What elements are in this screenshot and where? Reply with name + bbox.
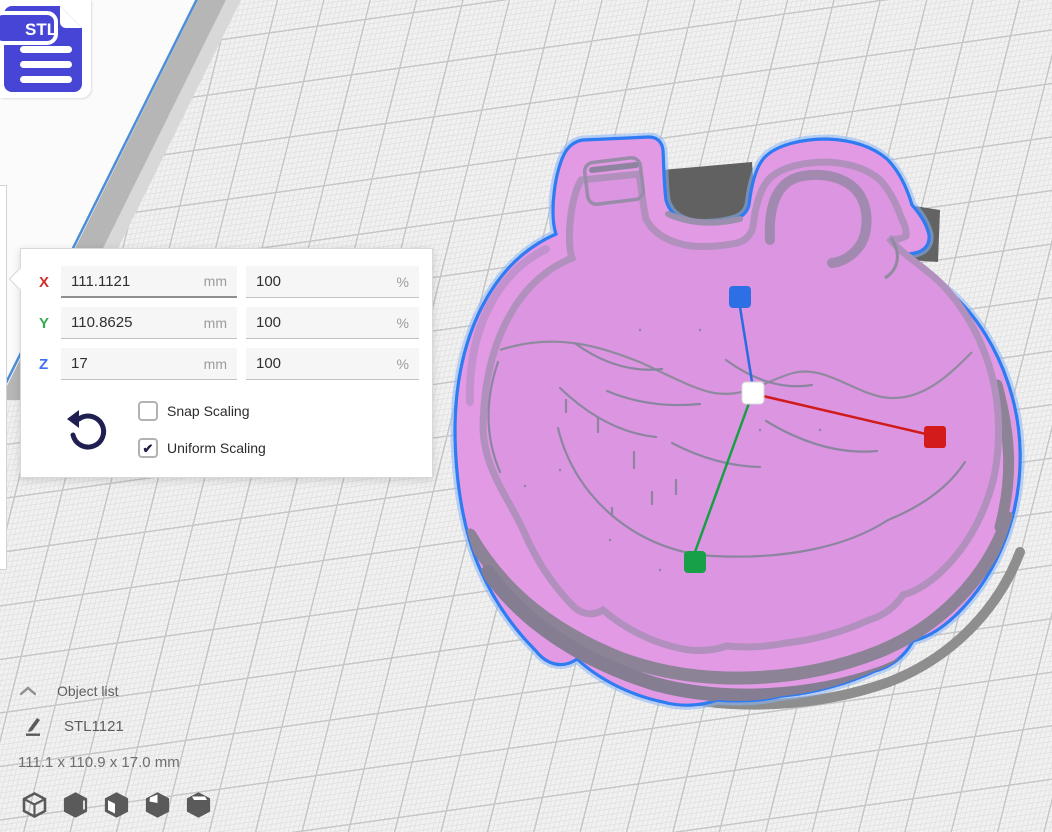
view-top-button[interactable]	[104, 792, 129, 818]
object-list-title: Object list	[57, 683, 118, 699]
scale-handle-z[interactable]	[729, 286, 751, 308]
view-preset-toolbar	[22, 792, 211, 818]
y-percent-unit: %	[397, 315, 409, 331]
scale-row-y: Y mm %	[39, 307, 419, 339]
stl-document-icon: STL	[0, 0, 91, 98]
selection-dimensions: 111.1 x 110.9 x 17.0 mm	[18, 754, 180, 771]
cube-left-icon	[145, 792, 170, 818]
uniform-scaling-label: Uniform Scaling	[167, 440, 266, 456]
z-axis-label: Z	[39, 356, 61, 373]
cube-top-icon	[104, 792, 129, 818]
x-size-unit: mm	[204, 273, 227, 289]
object-list-header[interactable]: Object list	[20, 683, 118, 699]
z-size-input[interactable]	[71, 355, 204, 372]
cube-right-icon	[186, 792, 211, 818]
scale-row-z: Z mm %	[39, 348, 419, 380]
x-percent-input[interactable]	[256, 273, 397, 290]
y-size-unit: mm	[204, 315, 227, 331]
stl-badge-label: STL	[25, 20, 57, 39]
chevron-up-icon	[20, 686, 36, 696]
snap-scaling-row: Snap Scaling	[138, 401, 250, 421]
uniform-scaling-checkbox[interactable]: ✔	[138, 438, 158, 458]
uniform-scaling-row: ✔ Uniform Scaling	[138, 438, 266, 458]
view-right-button[interactable]	[186, 792, 211, 818]
z-size-unit: mm	[204, 356, 227, 372]
y-percent-input[interactable]	[256, 314, 397, 331]
snap-scaling-checkbox[interactable]	[138, 401, 158, 421]
view-front-button[interactable]	[63, 792, 88, 818]
x-size-input[interactable]	[71, 273, 204, 290]
reset-scale-button[interactable]	[65, 409, 109, 455]
cube-3d-icon	[22, 792, 47, 818]
scale-row-x: X mm %	[39, 266, 419, 298]
x-axis-label: X	[39, 274, 61, 291]
scale-handle-center[interactable]	[742, 382, 764, 404]
cube-front-icon	[63, 792, 88, 818]
object-name: STL1121	[64, 718, 124, 735]
y-percent-field: %	[246, 307, 419, 339]
view-3d-button[interactable]	[22, 792, 47, 818]
snap-scaling-label: Snap Scaling	[167, 403, 250, 419]
scale-tool-panel: X mm % Y mm %	[20, 248, 433, 478]
view-left-button[interactable]	[145, 792, 170, 818]
z-size-field: mm	[61, 348, 237, 380]
y-size-field: mm	[61, 307, 237, 339]
object-list-item[interactable]: STL1121	[24, 716, 124, 736]
tool-sidebar-edge	[0, 185, 7, 570]
x-percent-field: %	[246, 266, 419, 298]
scale-handle-x[interactable]	[924, 426, 946, 448]
x-size-field: mm	[61, 266, 237, 298]
y-size-input[interactable]	[71, 314, 204, 331]
z-percent-field: %	[246, 348, 419, 380]
scale-handle-y[interactable]	[684, 551, 706, 573]
z-percent-unit: %	[397, 356, 409, 372]
stl-file-watermark: STL	[0, 0, 91, 98]
y-axis-label: Y	[39, 315, 61, 332]
pencil-icon	[24, 716, 42, 736]
slicer-viewport: { "watermark": { "label": "STL" }, "scal…	[0, 0, 1052, 832]
reset-arrow-icon	[65, 409, 109, 455]
z-percent-input[interactable]	[256, 355, 397, 372]
x-percent-unit: %	[397, 274, 409, 290]
